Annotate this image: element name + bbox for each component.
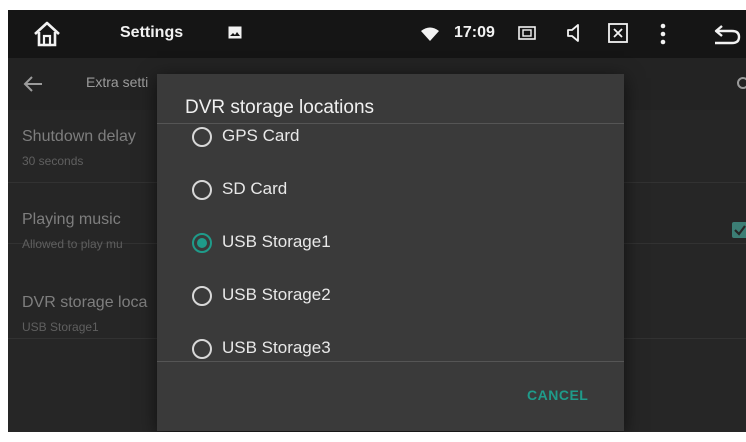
option-label: USB Storage2 (222, 285, 331, 304)
option-label: USB Storage3 (222, 338, 331, 357)
options-list[interactable]: GPS Card SD Card USB Storage1 USB Storag… (157, 124, 624, 361)
close-box-icon[interactable] (608, 23, 628, 43)
back-icon[interactable] (712, 23, 742, 47)
option-usb-storage2[interactable]: USB Storage2 (157, 271, 624, 323)
option-gps-card[interactable]: GPS Card (157, 124, 624, 164)
divider (157, 361, 624, 362)
option-label: USB Storage1 (222, 232, 331, 251)
radio-unchecked-icon[interactable] (191, 285, 213, 307)
option-usb-storage3[interactable]: USB Storage3 (157, 324, 624, 361)
screen-icon (518, 26, 536, 40)
option-label: GPS Card (222, 126, 300, 145)
device-screen: Settings 17:09 Extra setti Shutdown dela… (8, 10, 746, 432)
option-label: SD Card (222, 179, 288, 198)
radio-unchecked-icon[interactable] (191, 179, 213, 201)
dialog-title: DVR storage locations (185, 97, 375, 118)
gallery-icon (228, 26, 242, 39)
more-vert-icon[interactable] (660, 23, 666, 45)
volume-icon[interactable] (566, 23, 584, 43)
option-usb-storage1[interactable]: USB Storage1 (157, 218, 624, 270)
status-app-title: Settings (120, 24, 184, 41)
radio-unchecked-icon[interactable] (191, 338, 213, 360)
wifi-icon (421, 27, 439, 41)
cancel-button[interactable]: CANCEL (527, 387, 588, 403)
radio-checked-icon[interactable] (191, 232, 213, 254)
home-icon[interactable] (32, 20, 62, 48)
option-sd-card[interactable]: SD Card (157, 165, 624, 217)
dvr-storage-dialog: DVR storage locations GPS Card SD Card U… (157, 74, 624, 431)
clock: 17:09 (454, 24, 495, 41)
status-bar: Settings 17:09 (8, 10, 746, 58)
radio-unchecked-icon[interactable] (191, 126, 213, 148)
